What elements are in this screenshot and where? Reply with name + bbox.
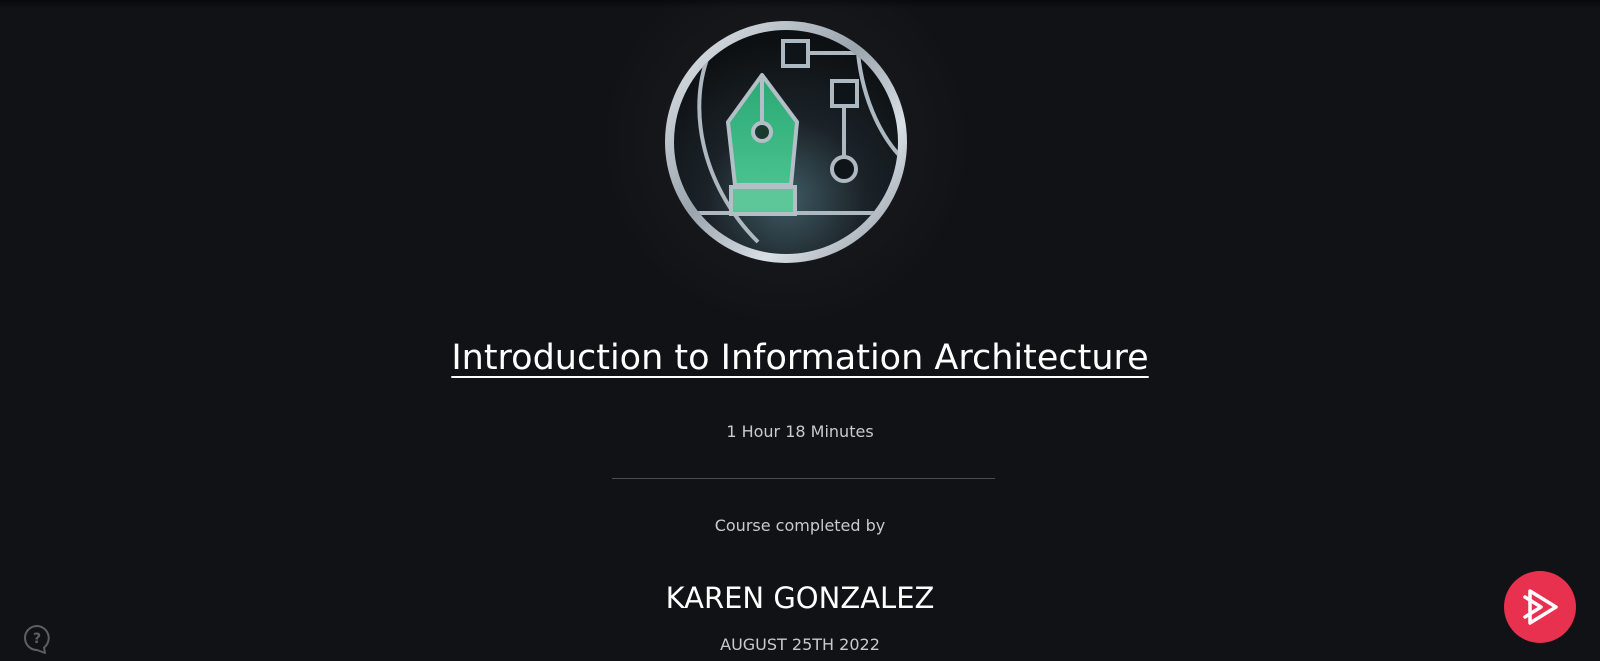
- learner-name: KAREN GONZALEZ: [665, 581, 935, 615]
- completion-date: AUGUST 25TH 2022: [720, 635, 880, 654]
- course-title-link[interactable]: Introduction to Information Architecture: [0, 336, 1600, 380]
- help-button[interactable]: ?: [21, 623, 53, 655]
- svg-text:?: ?: [33, 631, 41, 647]
- pluralsight-play-icon: [1523, 589, 1558, 625]
- divider: [612, 478, 995, 479]
- pluralsight-brand-button[interactable]: [1504, 571, 1576, 643]
- help-question-icon: ?: [24, 625, 50, 654]
- course-badge: [598, 0, 974, 332]
- pen-nib-diagram-badge-icon: [665, 21, 907, 263]
- course-duration: 1 Hour 18 Minutes: [726, 422, 874, 441]
- completed-by-label: Course completed by: [714, 516, 886, 535]
